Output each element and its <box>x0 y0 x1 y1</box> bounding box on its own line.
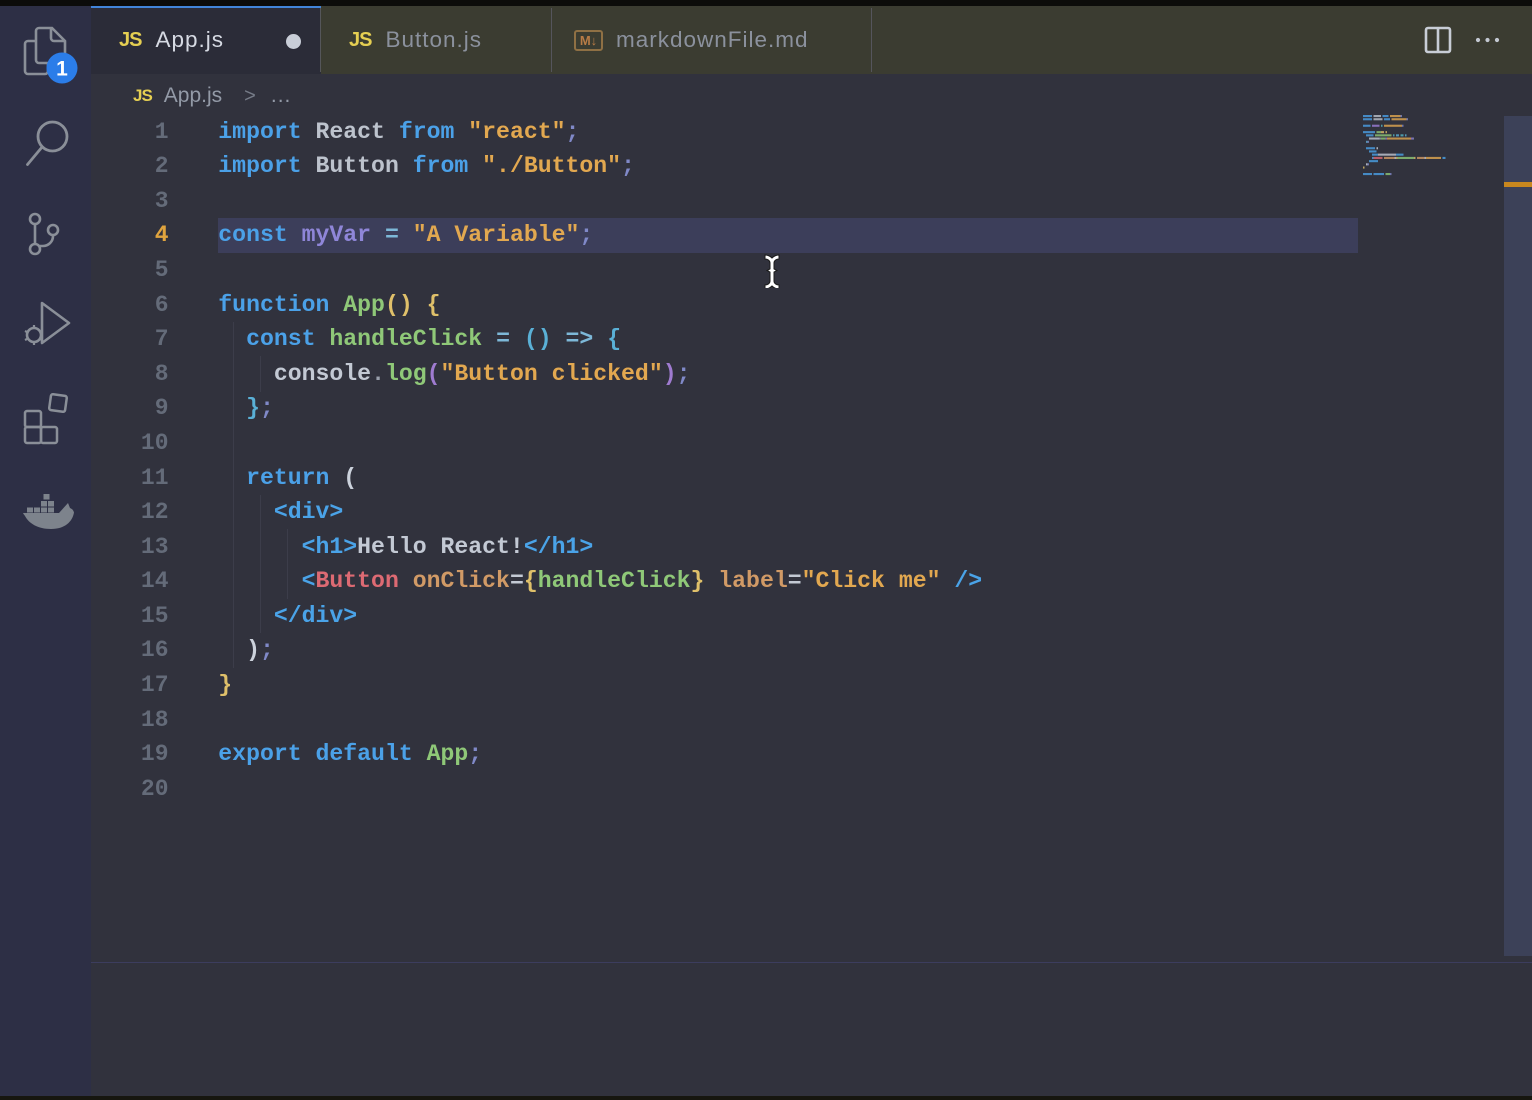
svg-text:1: 1 <box>56 58 68 81</box>
